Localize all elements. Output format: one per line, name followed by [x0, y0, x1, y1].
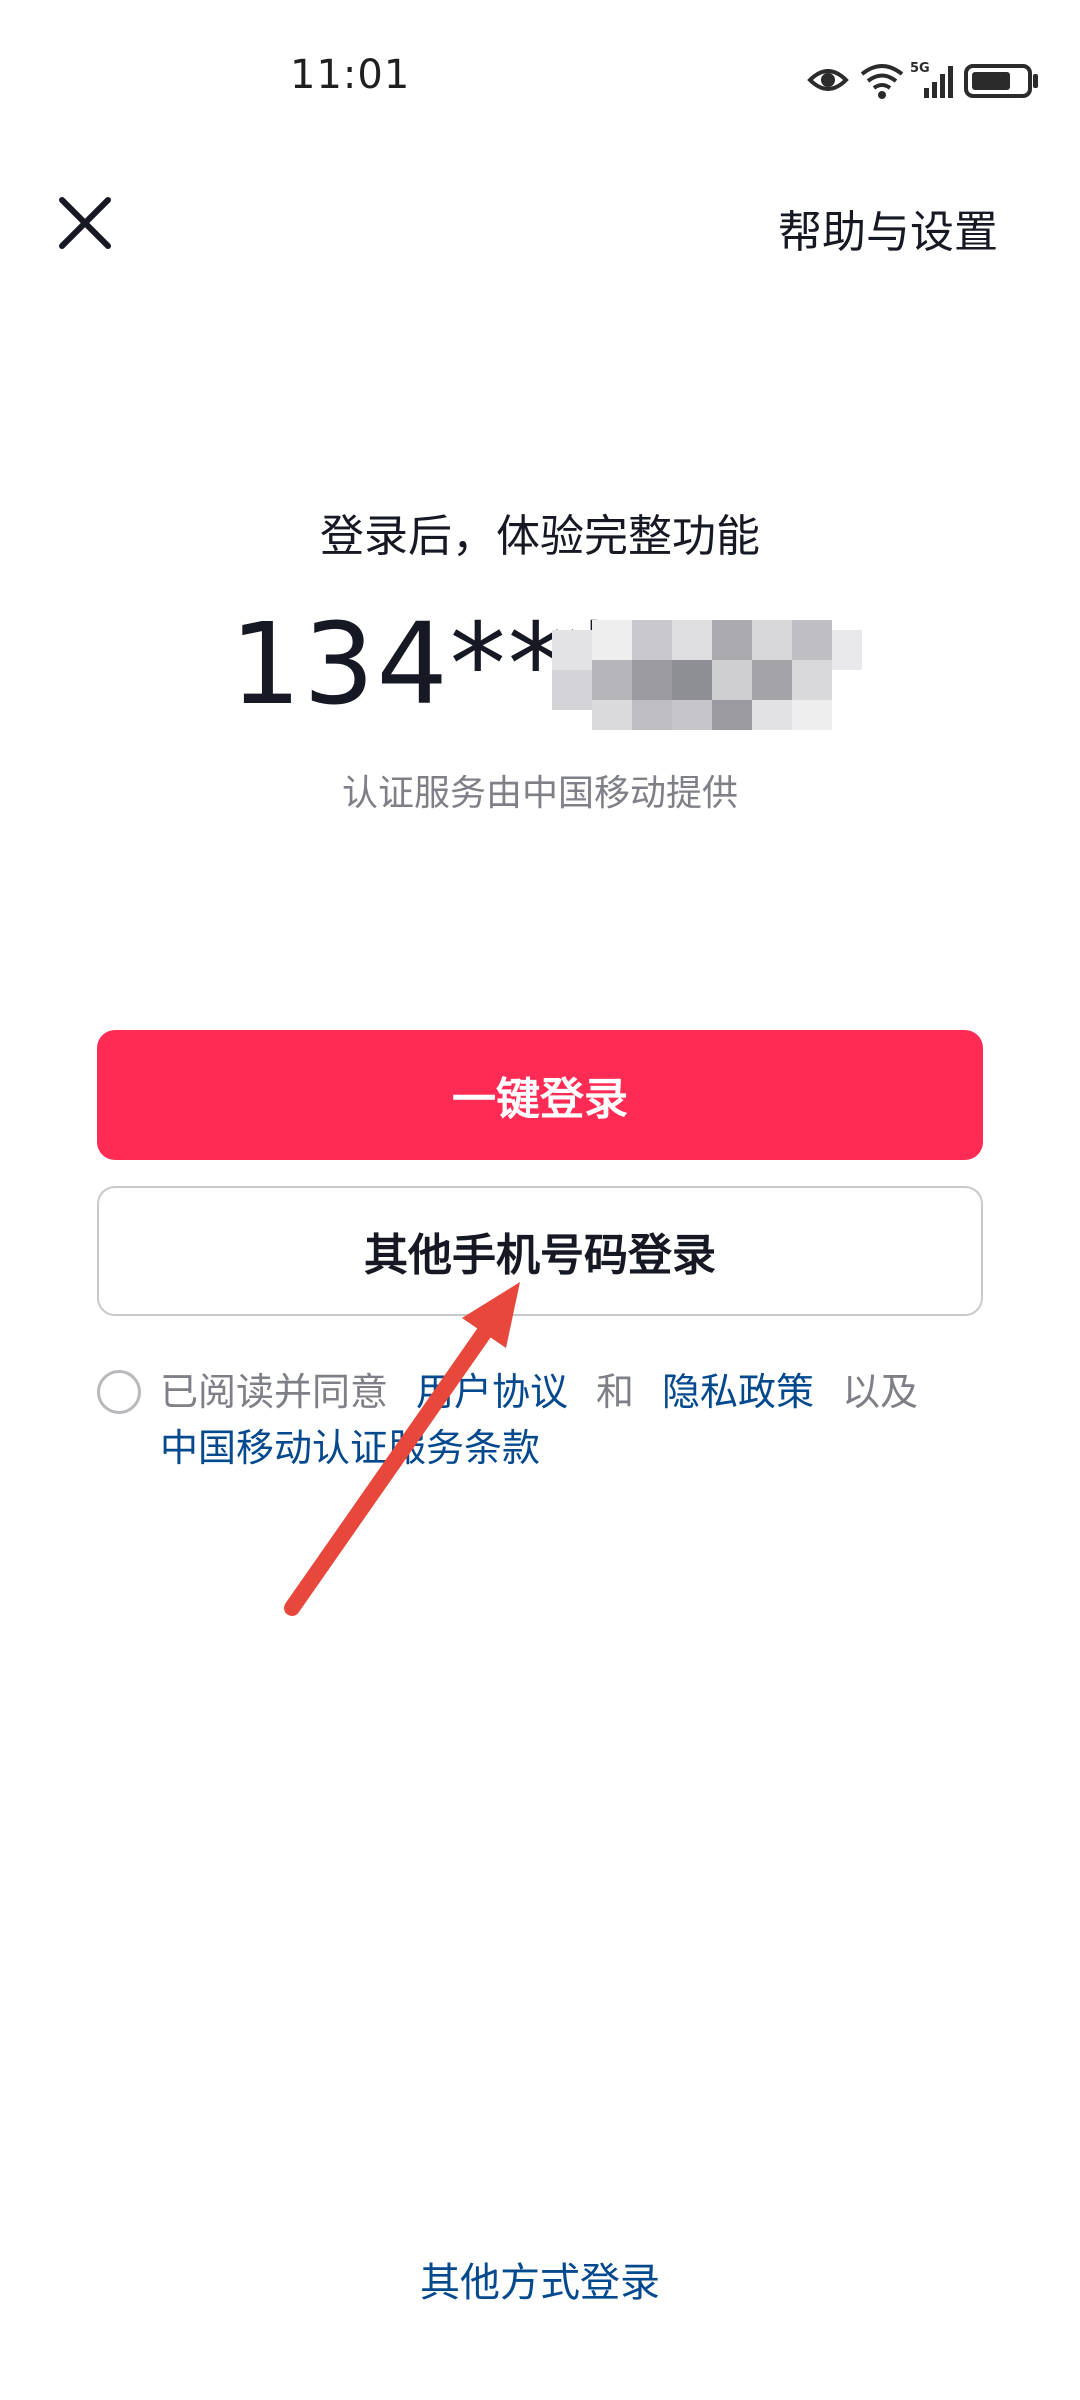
- agreement-text: 已阅读并同意 用户协议和隐私政策 以及中国移动认证服务条款: [160, 1364, 980, 1476]
- other-phone-login-button[interactable]: 其他手机号码登录: [97, 1186, 983, 1316]
- user-agreement-link[interactable]: 用户协议: [416, 1370, 568, 1414]
- login-subtitle: 登录后，体验完整功能: [320, 511, 760, 562]
- status-icons: 5G: [807, 61, 1038, 99]
- agreement-prefix: 已阅读并同意: [160, 1370, 389, 1414]
- agreement-also: 以及: [842, 1370, 919, 1414]
- other-login-methods-link[interactable]: 其他方式登录: [0, 2250, 1080, 2308]
- agreement-checkbox[interactable]: [97, 1370, 141, 1414]
- agreement-and: 和: [596, 1370, 635, 1414]
- eye-icon: [807, 69, 849, 91]
- one-click-login-button[interactable]: 一键登录: [97, 1030, 983, 1160]
- close-icon[interactable]: [50, 188, 120, 258]
- auth-provider-note: 认证服务由中国移动提供: [341, 773, 738, 814]
- privacy-policy-link[interactable]: 隐私政策: [662, 1370, 814, 1414]
- help-settings-link[interactable]: 帮助与设置: [778, 196, 998, 260]
- wifi-icon: [860, 64, 904, 99]
- battery-icon: [964, 64, 1038, 98]
- cmcc-terms-link[interactable]: 中国移动认证服务条款: [160, 1426, 540, 1470]
- network-type: 5G: [910, 61, 930, 76]
- status-time: 11:01: [290, 52, 411, 98]
- phone-mosaic-blur: [552, 620, 862, 730]
